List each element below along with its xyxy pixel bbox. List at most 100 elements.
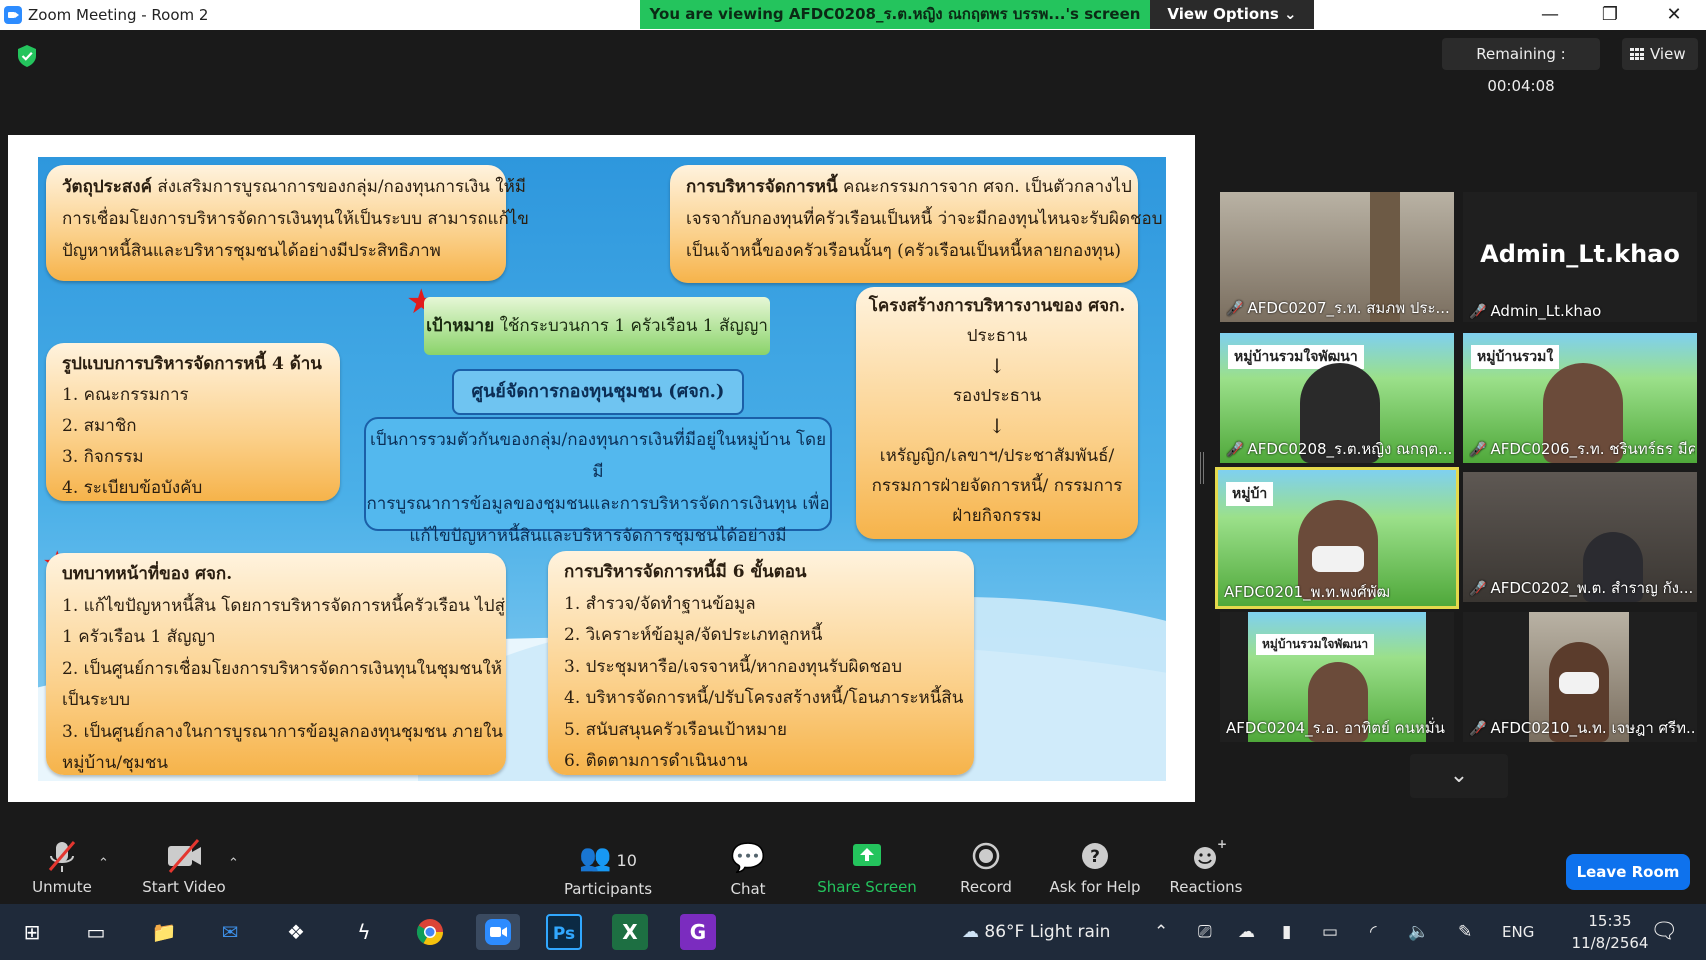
show-hidden-icons-chevron[interactable]: ⌃	[1154, 904, 1168, 960]
video-tile[interactable]: Admin_Lt.khao 🎤̸ Admin_Lt.khao	[1463, 192, 1697, 322]
record-button[interactable]: Record	[926, 818, 1046, 904]
steps-box: การบริหารจัดการหนี้มี 6 ขั้นตอน 1. สำรวจ…	[548, 551, 974, 775]
app-lightning-icon[interactable]: ϟ	[346, 914, 382, 950]
steps-item: 6. ติดตามการดำเนินงาน	[564, 751, 748, 771]
gallery-next-page-button[interactable]: ⌄	[1410, 754, 1508, 798]
view-label: View	[1650, 45, 1686, 63]
structure-chair: ประธาน	[966, 326, 1028, 346]
task-view-icon[interactable]: ▭	[78, 914, 114, 950]
video-tile[interactable]: 🎤̸ AFDC0210_น.ท. เจษฎา ศรีท...	[1463, 612, 1697, 742]
view-layout-button[interactable]: View	[1622, 38, 1698, 70]
virtual-background-label: หมู่บ้านรวมใ	[1471, 345, 1560, 369]
volume-icon[interactable]: 🔈	[1408, 904, 1429, 960]
down-arrow-icon: ↓	[988, 354, 1006, 378]
debt-management-line: คณะกรรมการจาก ศจก. เป็นตัวกลางไป	[842, 177, 1132, 197]
target-text: ใช้กระบวนการ 1 ครัวเรือน 1 สัญญา	[499, 316, 768, 336]
models-heading: รูปแบบการบริหารจัดการหนี้ 4 ด้าน	[62, 354, 322, 374]
leave-room-button[interactable]: Leave Room	[1566, 854, 1690, 890]
participant-name: AFDC0201_พ.ท.พงศ์พัฒ	[1224, 583, 1391, 601]
roles-line: เป็นระบบ	[62, 690, 131, 710]
center-description-line: การบูรณาการข้อมูลของชุมชนและการบริหารจัด…	[366, 494, 830, 514]
wifi-icon[interactable]: ◜	[1370, 904, 1377, 960]
dropbox-icon[interactable]: ❖	[278, 914, 314, 950]
presentation-slide: วัตถุประสงค์ ส่งเสริมการบูรณาการของกลุ่ม…	[38, 157, 1166, 781]
mic-muted-icon: 🎤̸	[1226, 442, 1244, 458]
chat-icon: 💬	[730, 841, 766, 874]
participant-name: 🎤̸ Admin_Lt.khao	[1469, 302, 1602, 320]
file-explorer-icon[interactable]: 📁	[146, 914, 182, 950]
window-title: Zoom Meeting - Room 2	[28, 6, 209, 24]
models-box: รูปแบบการบริหารจัดการหนี้ 4 ด้าน 1. คณะก…	[46, 343, 340, 501]
record-icon	[972, 842, 1000, 870]
windows-taskbar: ⊞ ▭ 📁 ✉ ❖ ϟ Ps X G ☁ 86°F Light rain ⌃ ⎚…	[0, 904, 1706, 960]
close-button[interactable]: ✕	[1654, 0, 1694, 30]
pen-icon[interactable]: ✎	[1458, 904, 1472, 960]
steps-item: 2. วิเคราะห์ข้อมูล/จัดประเภทลูกหนี้	[564, 625, 823, 645]
start-video-button[interactable]: Start Video	[124, 818, 244, 904]
meet-now-icon[interactable]: ⎚	[1198, 904, 1212, 960]
panel-resize-handle[interactable]	[1200, 452, 1204, 484]
share-screen-icon	[853, 844, 881, 866]
participant-name: 🎤̸ AFDC0207_ร.ท. สมภพ ประ...	[1226, 299, 1450, 317]
objective-line: ปัญหาหนี้สินและบริหารชุมชนได้อย่างมีประส…	[62, 241, 441, 261]
share-screen-button[interactable]: Share Screen	[807, 818, 927, 904]
meeting-toolbar: Unmute ⌃ Start Video ⌃ 👥 10 Participants…	[0, 818, 1706, 904]
input-language[interactable]: ENG	[1502, 904, 1534, 960]
usb-device-icon[interactable]: ▮	[1282, 904, 1291, 960]
zoom-app-icon	[4, 6, 22, 24]
video-options-caret[interactable]: ⌃	[228, 856, 239, 871]
svg-text:?: ?	[1090, 847, 1100, 867]
chevron-down-icon: ⌄	[1449, 763, 1469, 788]
reactions-button[interactable]: + Reactions	[1146, 818, 1266, 904]
down-arrow-icon: ↓	[988, 414, 1006, 438]
participant-name: 🎤̸ AFDC0210_น.ท. เจษฎา ศรีท...	[1469, 719, 1695, 737]
pdf-app-icon[interactable]: G	[680, 914, 716, 950]
objective-heading: วัตถุประสงค์	[62, 177, 152, 197]
video-tile-active-speaker[interactable]: หมู่บ้า AFDC0201_พ.ท.พงศ์พัฒ	[1215, 467, 1459, 609]
objective-line: ส่งเสริมการบูรณาการของกลุ่ม/กองทุนการเงิ…	[157, 177, 526, 197]
participants-button[interactable]: 👥 10 Participants	[548, 818, 668, 904]
battery-icon[interactable]: ▭	[1322, 904, 1338, 960]
excel-icon[interactable]: X	[612, 914, 648, 950]
clock-time: 15:35	[1588, 912, 1632, 930]
steps-item: 3. ประชุมหารือ/เจรจาหนี้/หากองทุนรับผิดช…	[564, 656, 903, 677]
chrome-logo-icon	[416, 919, 444, 946]
participant-name: AFDC0204_ร.อ. อาทิตย์ คนหมั่น	[1226, 719, 1445, 737]
steps-heading: การบริหารจัดการหนี้มี 6 ขั้นตอน	[564, 562, 807, 582]
zoom-taskbar-icon[interactable]	[476, 914, 520, 950]
steps-item: 5. สนับสนุนครัวเรือนเป้าหมาย	[564, 719, 787, 740]
audio-options-caret[interactable]: ⌃	[98, 856, 109, 871]
face-mask-decoration	[1312, 546, 1364, 572]
roles-line: 1 ครัวเรือน 1 สัญญา	[62, 627, 216, 647]
weather-widget[interactable]: ☁ 86°F Light rain	[962, 904, 1110, 960]
zoom-logo-icon	[485, 919, 511, 945]
roles-line: 1. แก้ไขปัญหาหนี้สิน โดยการบริหารจัดการห…	[62, 595, 505, 616]
restore-button[interactable]: ❐	[1590, 0, 1630, 30]
minimize-button[interactable]: —	[1530, 0, 1570, 30]
help-icon: ?	[1082, 843, 1108, 869]
roles-heading: บทบาทหน้าที่ของ ศจก.	[62, 564, 233, 584]
windows-start-icon[interactable]: ⊞	[14, 914, 50, 950]
system-clock[interactable]: 15:35 11/8/2564	[1560, 910, 1660, 954]
center-title-box: ศูนย์จัดการกองทุนชุมชน (ศจก.)	[452, 369, 744, 415]
mail-icon[interactable]: ✉	[212, 914, 248, 950]
roles-line: หมู่บ้าน/ชุมชน	[62, 753, 169, 773]
notification-center-icon[interactable]: 🗨	[1650, 904, 1678, 960]
photoshop-icon[interactable]: Ps	[546, 914, 582, 950]
chat-button[interactable]: 💬 Chat	[688, 818, 808, 904]
video-tile[interactable]: หมู่บ้านรวมใจพัฒนา 🎤̸ AFDC0208_ร.ต.หญิง ณ…	[1220, 333, 1454, 463]
security-shield-icon[interactable]	[16, 44, 38, 68]
ask-for-help-button[interactable]: ? Ask for Help	[1035, 818, 1155, 904]
onedrive-icon[interactable]: ☁	[1238, 904, 1255, 960]
video-tile[interactable]: หมู่บ้านรวมใ 🎤̸ AFDC0206_ร.ท. ชรินทร์ธร ม…	[1463, 333, 1697, 463]
roles-box: บทบาทหน้าที่ของ ศจก. 1. แก้ไขปัญหาหนี้สิ…	[46, 553, 506, 775]
video-tile[interactable]: หมู่บ้านรวมใจพัฒนา AFDC0204_ร.อ. อาทิตย์…	[1220, 612, 1454, 742]
remaining-time: Remaining : 00:04:08	[1442, 38, 1600, 95]
view-options-button[interactable]: View Options ⌄	[1150, 0, 1314, 29]
debt-management-heading: การบริหารจัดการหนี้	[686, 177, 838, 197]
video-tile[interactable]: 🎤̸ AFDC0202_พ.ต. สำราญ กัง...	[1463, 472, 1697, 602]
chrome-icon[interactable]	[412, 914, 448, 950]
virtual-background-label: หมู่บ้า	[1226, 482, 1274, 506]
target-heading: เป้าหมาย	[426, 316, 495, 336]
video-tile[interactable]: 🎤̸ AFDC0207_ร.ท. สมภพ ประ...	[1220, 192, 1454, 322]
